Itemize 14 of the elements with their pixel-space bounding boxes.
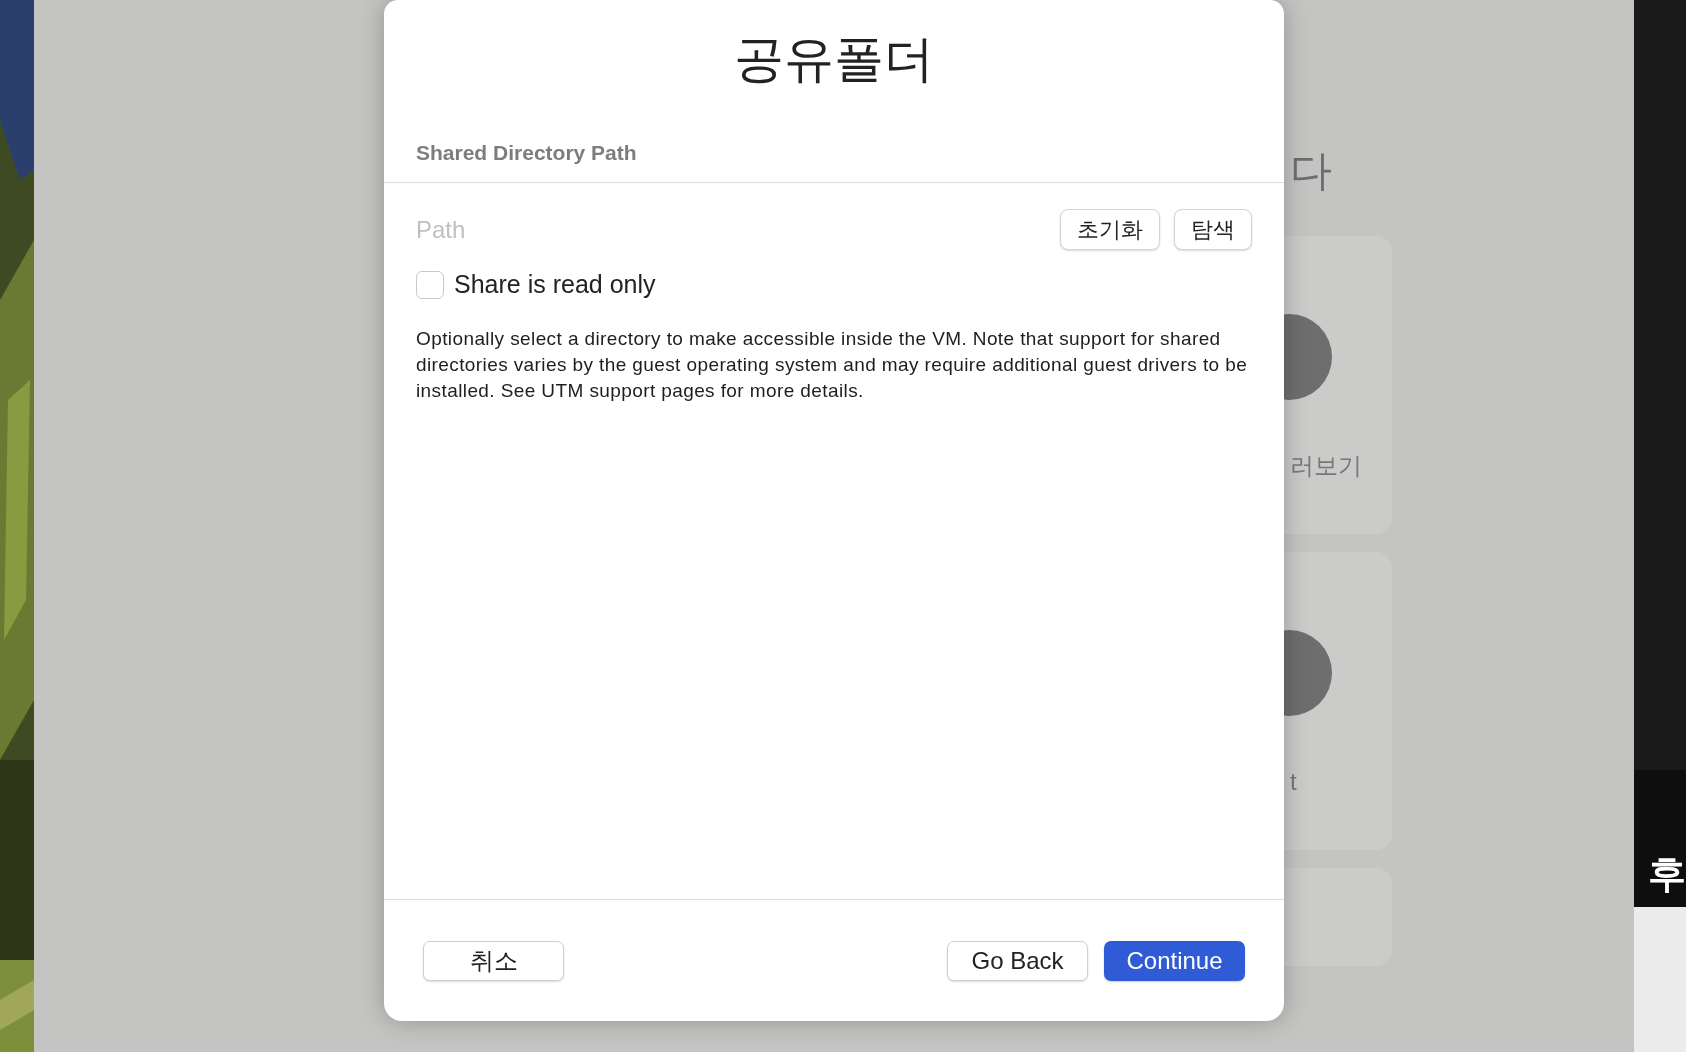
card-label: 러보기 [1290, 451, 1362, 481]
path-field[interactable]: Path [416, 211, 1046, 248]
dialog-button[interactable]: Go Back [947, 940, 1088, 981]
description-text: Optionally select a directory to make accessible inside the VM. Note that support for shared directories varies by the guest operating system and may require additional guest drivers to be installed. See UTM support pages for more details. [416, 326, 1249, 403]
dialog-button[interactable]: 취소 [423, 940, 564, 981]
dialog-button[interactable]: Continue [1104, 940, 1245, 981]
read-only-checkbox[interactable]: Share is read only [416, 266, 656, 304]
card-label: t [1290, 767, 1297, 797]
dialog-title: 공유폴더 [733, 30, 935, 89]
toolbar-button[interactable]: 탐색 [1174, 209, 1252, 250]
video-caption: 후 [1648, 855, 1686, 893]
page-heading: 다 [1290, 150, 1333, 196]
toolbar-button[interactable]: 초기화 [1060, 209, 1160, 250]
section-header: Shared Directory Path [416, 140, 637, 164]
